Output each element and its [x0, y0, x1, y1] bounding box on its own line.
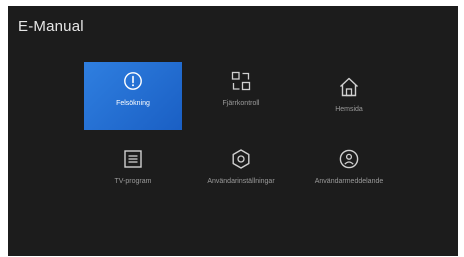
- e-manual-screen: E-Manual Felsökning Fjärrkontroll Hemsid…: [8, 6, 458, 256]
- menu-item-anvandarinstallningar[interactable]: Användarinställningar: [192, 140, 290, 208]
- menu-item-label: TV-program: [114, 178, 152, 185]
- tv-guide-icon: [122, 148, 144, 170]
- menu-item-label: Användarinställningar: [207, 178, 275, 185]
- menu-item-label: Användarmeddelande: [314, 178, 384, 185]
- hexagon-settings-icon: [230, 148, 252, 170]
- menu-item-anvandarmeddelande[interactable]: Användarmeddelande: [300, 140, 398, 208]
- menu-item-label: Felsökning: [116, 100, 150, 107]
- remote-grid-icon: [230, 70, 252, 92]
- menu-item-label: Hemsida: [335, 106, 363, 113]
- home-icon: [338, 76, 360, 98]
- menu-item-felsokning[interactable]: Felsökning: [84, 62, 182, 130]
- user-circle-icon: [338, 148, 360, 170]
- alert-circle-icon: [122, 70, 144, 92]
- menu-item-hemsida[interactable]: Hemsida: [300, 68, 398, 136]
- page-title: E-Manual: [18, 18, 84, 35]
- menu-item-tv-program[interactable]: TV-program: [84, 140, 182, 208]
- menu-item-label: Fjärrkontroll: [222, 100, 260, 107]
- menu-item-fjarrkontroll[interactable]: Fjärrkontroll: [192, 62, 290, 130]
